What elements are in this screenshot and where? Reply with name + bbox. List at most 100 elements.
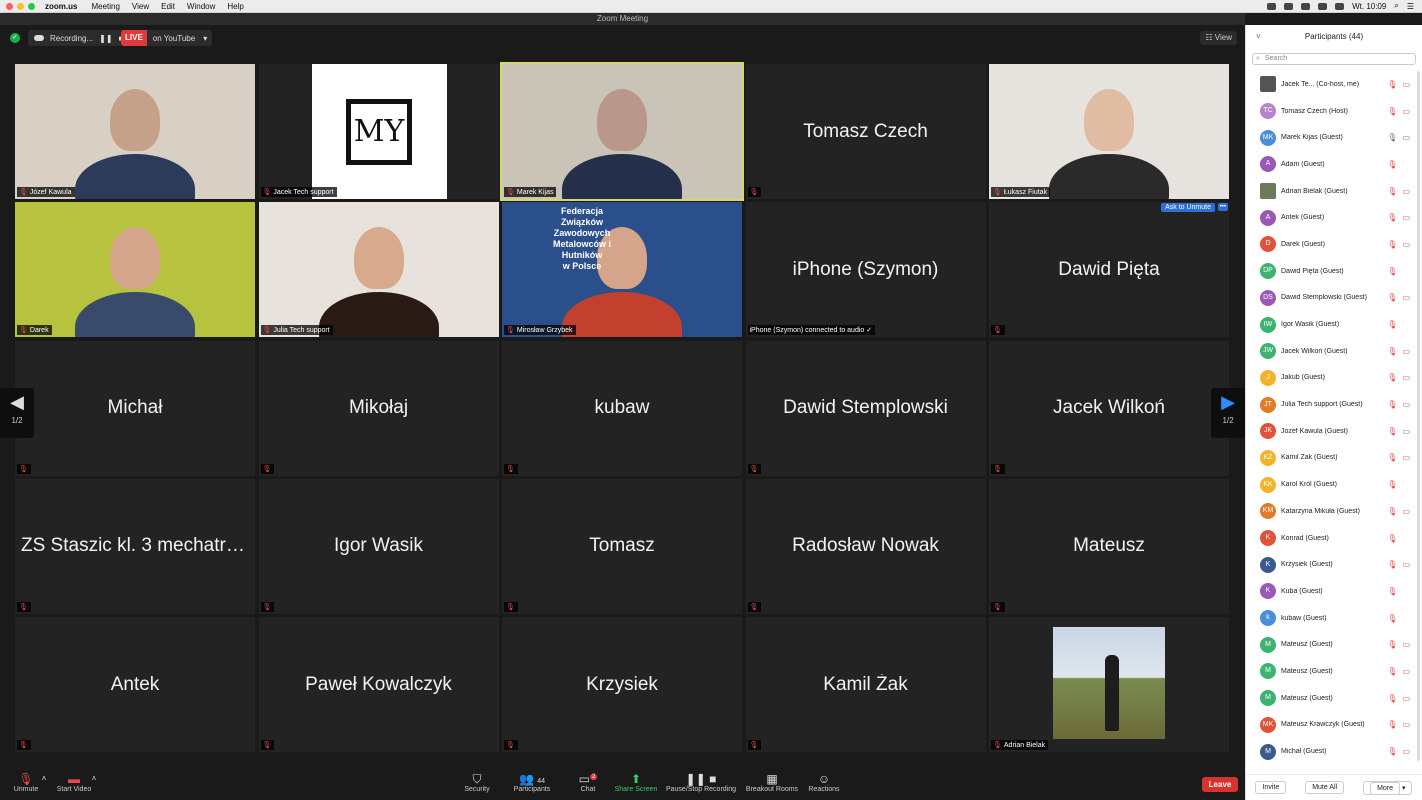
video-tile[interactable]: 🎙 Łukasz Fiutak xyxy=(989,64,1229,199)
participants-button[interactable]: 👥 44 Participants xyxy=(510,772,554,793)
participant-row[interactable]: A Adam (Guest) 🎙▭ xyxy=(1246,151,1414,178)
scrollbar[interactable] xyxy=(1417,71,1420,761)
participant-row[interactable]: Adrian Bielak (Guest) 🎙 ▭ xyxy=(1246,178,1414,205)
participant-row[interactable]: TC Tomasz Czech (Host) 🎙 ▭ xyxy=(1246,98,1414,125)
participant-row[interactable]: IW Igor Wasik (Guest) 🎙▭ xyxy=(1246,311,1414,338)
recording-indicator[interactable]: Recording... ❚❚ ■ xyxy=(28,30,130,46)
participant-row[interactable]: KŻ Kamil Żak (Guest) 🎙 ▭ xyxy=(1246,445,1414,472)
search-icon[interactable]: ⌕ xyxy=(1394,1,1398,11)
security-button[interactable]: ⛉ Security xyxy=(460,772,494,793)
participant-row[interactable]: k kubaw (Guest) 🎙▭ xyxy=(1246,605,1414,632)
video-tile[interactable]: 🎙 Adrian Bielak xyxy=(989,617,1229,753)
menu-edit[interactable]: Edit xyxy=(161,2,175,11)
close-icon[interactable] xyxy=(6,2,13,10)
share-screen-button[interactable]: ⬆ Share Screen xyxy=(612,772,660,793)
participant-status-icons: 🎙▭ xyxy=(1387,507,1410,516)
video-tile[interactable]: 🎙 Józef Kawula xyxy=(15,64,255,199)
menu-view[interactable]: View xyxy=(132,2,149,11)
breakout-rooms-button[interactable]: ▦ Breakout Rooms xyxy=(744,772,800,793)
app-menu[interactable]: zoom.us xyxy=(45,2,77,11)
participant-row[interactable]: M Mateusz (Guest) 🎙 ▭ xyxy=(1246,658,1414,685)
video-tile[interactable]: Dawid Stemplowski 🎙 xyxy=(745,340,986,476)
participant-row[interactable]: DS Dawid Stemplowski (Guest) 🎙 ▭ xyxy=(1246,285,1414,312)
live-stream-indicator[interactable]: LIVE on YouTube ▾ xyxy=(121,30,213,46)
video-tile[interactable]: Antek 🎙 xyxy=(15,617,255,753)
video-tile[interactable]: MY 🎙 Jacek Tech support xyxy=(258,64,499,199)
video-tile[interactable]: Krzysiek 🎙 xyxy=(502,617,742,753)
participant-search-input[interactable]: ⌕ Search xyxy=(1252,53,1416,65)
video-tile[interactable]: iPhone (Szymon) 🎙iPhone (Szymon) connecte… xyxy=(745,202,986,338)
participant-row[interactable]: KK Karol Król (Guest) 🎙▭ xyxy=(1246,471,1414,498)
status-icon[interactable] xyxy=(1301,2,1311,10)
participant-row[interactable]: K Konrad (Guest) 🎙▭ xyxy=(1246,525,1414,552)
wifi-icon[interactable] xyxy=(1318,2,1328,10)
participant-row[interactable]: D Darek (Guest) 🎙 ▭ xyxy=(1246,231,1414,258)
previous-page-button[interactable]: ◀ 1/2 xyxy=(0,388,34,438)
participant-row[interactable]: M Michał (Guest) 🎙 ▭ xyxy=(1246,738,1414,765)
video-tile[interactable]: 🎙 Marek Kijas xyxy=(500,62,744,201)
chevron-down-icon[interactable]: ▾ xyxy=(203,34,212,43)
pause-icon[interactable]: ❚❚ xyxy=(99,34,112,43)
volume-icon[interactable] xyxy=(1335,2,1345,10)
participant-row[interactable]: JT Julia Tech support (Guest) 🎙 ▭ xyxy=(1246,391,1414,418)
window-controls[interactable] xyxy=(6,2,35,10)
participant-row[interactable]: J Jakub (Guest) 🎙 ▭ xyxy=(1246,365,1414,392)
status-icon[interactable] xyxy=(1284,2,1294,10)
participant-row[interactable]: DP Dawid Pięta (Guest) 🎙▭ xyxy=(1246,258,1414,285)
more-options-icon[interactable]: ••• xyxy=(1217,203,1228,212)
reactions-button[interactable]: ☺ Reactions xyxy=(806,772,842,793)
participant-row[interactable]: JK Józef Kawula (Guest) 🎙 ▭ xyxy=(1246,418,1414,445)
video-tile[interactable]: 🎙 Darek xyxy=(15,202,255,338)
video-tile[interactable]: kubaw 🎙 xyxy=(502,340,742,476)
participant-row[interactable]: M Mateusz (Guest) 🎙 ▭ xyxy=(1246,631,1414,658)
leave-button[interactable]: Leave xyxy=(1202,777,1238,792)
participant-row[interactable]: JW Jacek Wilkoń (Guest) 🎙 ▭ xyxy=(1246,338,1414,365)
zoom-icon[interactable] xyxy=(28,2,35,10)
invite-button[interactable]: Invite xyxy=(1255,781,1287,794)
video-options-button[interactable]: ˄ xyxy=(90,772,98,786)
mute-all-button[interactable]: Mute All xyxy=(1305,781,1345,794)
minimize-icon[interactable] xyxy=(17,2,24,10)
video-tile[interactable]: Paweł Kowalczyk 🎙 xyxy=(258,617,499,753)
next-page-button[interactable]: ▶ 1/2 xyxy=(1211,388,1245,438)
view-button[interactable]: ☷ View xyxy=(1200,31,1237,45)
video-tile[interactable]: Jacek Wilkoń 🎙 xyxy=(989,340,1229,476)
video-tile[interactable]: Mikołaj 🎙 xyxy=(258,340,499,476)
participant-row[interactable]: K Krzysiek (Guest) 🎙 ▭ xyxy=(1246,551,1414,578)
status-icon[interactable] xyxy=(1267,2,1277,10)
participant-row[interactable]: A Antek (Guest) 🎙 ▭ xyxy=(1246,204,1414,231)
video-tile[interactable]: ZS Staszic kl. 3 mechatro... 🎙 xyxy=(15,478,255,614)
chevron-down-icon[interactable]: ˅ xyxy=(1256,25,1261,49)
menu-meeting[interactable]: Meeting xyxy=(91,2,119,11)
clock[interactable]: Wt. 10:09 xyxy=(1352,2,1386,11)
start-video-button[interactable]: ▬ Start Video xyxy=(54,772,94,793)
video-tile[interactable]: Mateusz 🎙 xyxy=(989,478,1229,614)
participant-row[interactable]: K Kuba (Guest) 🎙▭ xyxy=(1246,578,1414,605)
unmute-button[interactable]: 🎙 Unmute xyxy=(10,772,42,793)
video-tile[interactable]: Kamil Żak 🎙 xyxy=(745,617,986,753)
video-tile[interactable]: Dawid Pięta 🎙 Ask to Unmute ••• xyxy=(989,202,1229,338)
menu-window[interactable]: Window xyxy=(187,2,215,11)
pause-stop-recording-button[interactable]: ❚❚ ■ Pause/Stop Recording xyxy=(664,772,738,793)
video-tile[interactable]: 🎙 Julia Tech support xyxy=(258,202,499,338)
more-button[interactable]: More ▾ xyxy=(1363,780,1413,795)
participant-row[interactable]: M Mateusz (Guest) 🎙 ▭ xyxy=(1246,685,1414,712)
video-tile[interactable]: Radosław Nowak 🎙 xyxy=(745,478,986,614)
video-tile[interactable]: Michał 🎙 xyxy=(15,340,255,476)
chat-button[interactable]: ▭ 2 Chat xyxy=(576,772,600,793)
tile-label: 🎙 xyxy=(991,463,1005,474)
video-tile[interactable]: Igor Wasik 🎙 xyxy=(258,478,499,614)
shield-icon[interactable]: ✓ xyxy=(10,33,20,43)
ask-to-unmute-button[interactable]: Ask to Unmute xyxy=(1161,203,1215,213)
video-tile[interactable]: Tomasz Czech 🎙 xyxy=(745,64,986,199)
video-tile[interactable]: Federacja Związków Zawodowych Metalowców i … xyxy=(502,202,742,338)
menu-help[interactable]: Help xyxy=(227,2,243,11)
participant-row[interactable]: KM Katarzyna Mikuła (Guest) 🎙 ▭ xyxy=(1246,498,1414,525)
participant-row[interactable]: MK Mateusz Krawczyk (Guest) 🎙 ▭ xyxy=(1246,712,1414,739)
menu-icon[interactable]: ☰ xyxy=(1407,2,1414,11)
participant-row[interactable]: Jacek Te... (Co-host, me) 🎙 ▭ xyxy=(1246,71,1414,98)
video-tile[interactable]: Tomasz 🎙 xyxy=(502,478,742,614)
participant-row[interactable]: MK Marek Kijas (Guest) 🎙 ▭ xyxy=(1246,124,1414,151)
photo-feed xyxy=(989,617,1229,752)
audio-options-button[interactable]: ˄ xyxy=(40,772,48,786)
